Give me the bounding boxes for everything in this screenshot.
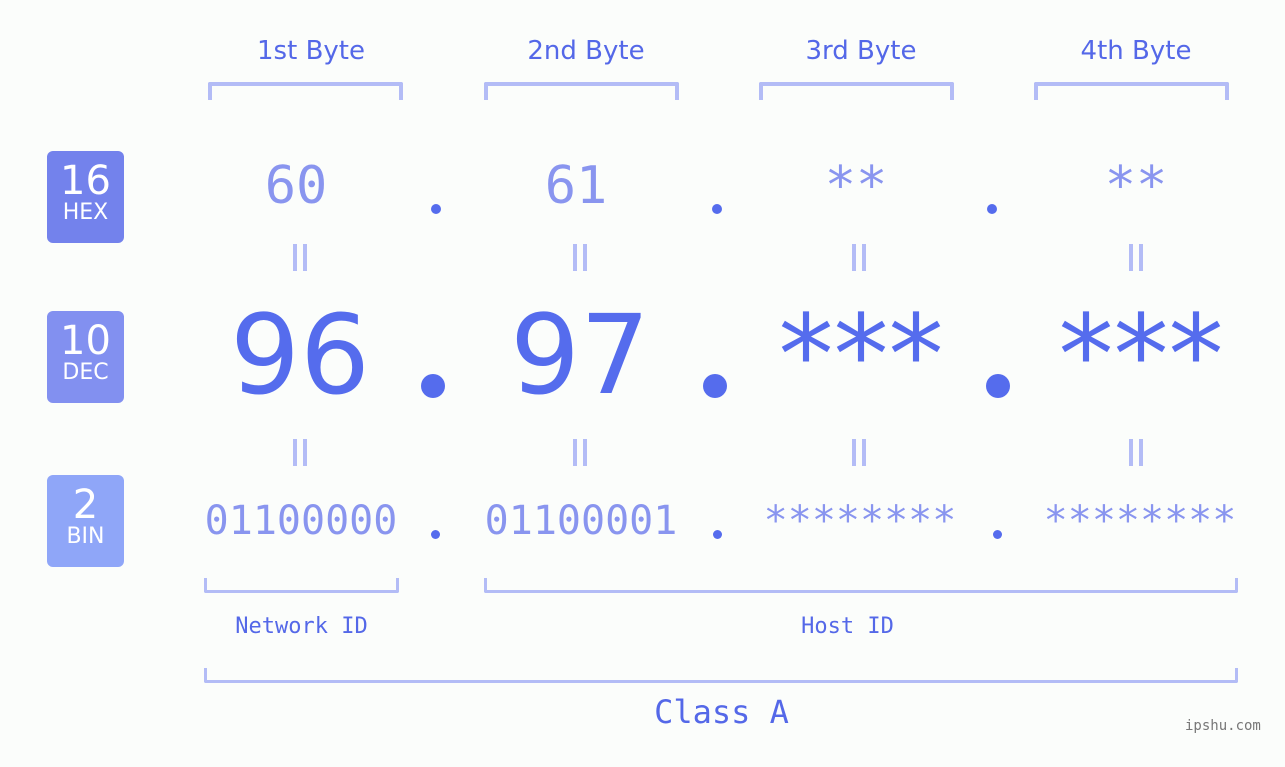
network-id-label: Network ID: [235, 614, 368, 639]
dec-badge: 10 DEC: [47, 311, 124, 403]
bin-byte-3: ********: [763, 498, 957, 544]
dec-separator-dot: [703, 374, 727, 398]
equals-icon: [550, 244, 610, 280]
hex-base-label: HEX: [62, 200, 109, 225]
byte-bracket-2: [484, 82, 679, 100]
bin-byte-4: ********: [1043, 498, 1237, 544]
byte-header-1: 1st Byte: [257, 36, 365, 66]
dec-base-number: 10: [60, 318, 111, 364]
hex-separator-dot: [712, 204, 722, 214]
byte-bracket-1: [208, 82, 403, 100]
hex-byte-4: **: [1104, 156, 1168, 216]
dec-base-label: DEC: [62, 360, 109, 385]
dec-byte-1: 96: [230, 291, 370, 419]
hex-badge: 16 HEX: [47, 151, 124, 243]
bin-base-label: BIN: [66, 524, 105, 549]
byte-bracket-4: [1034, 82, 1229, 100]
hex-byte-2: 61: [544, 156, 608, 216]
hex-byte-1: 60: [264, 156, 328, 216]
bin-separator-dot: [713, 530, 722, 539]
equals-icon: [270, 244, 330, 280]
byte-bracket-3: [759, 82, 954, 100]
host-id-label: Host ID: [801, 614, 894, 639]
equals-icon: [550, 439, 610, 475]
dec-separator-dot: [421, 374, 445, 398]
bin-byte-1: 01100000: [204, 498, 398, 544]
dec-separator-dot: [986, 374, 1010, 398]
dec-byte-2: 97: [510, 291, 650, 419]
hex-separator-dot: [987, 204, 997, 214]
byte-header-2: 2nd Byte: [527, 36, 645, 66]
byte-header-3: 3rd Byte: [805, 36, 917, 66]
hex-byte-3: **: [824, 156, 888, 216]
bin-byte-2: 01100001: [484, 498, 678, 544]
byte-header-4: 4th Byte: [1080, 36, 1192, 66]
bin-separator-dot: [431, 530, 440, 539]
equals-icon: [1106, 244, 1166, 280]
equals-icon: [829, 439, 889, 475]
equals-icon: [829, 244, 889, 280]
hex-separator-dot: [431, 204, 441, 214]
hex-base-number: 16: [60, 158, 111, 204]
bin-base-number: 2: [72, 482, 99, 528]
class-bracket: [204, 668, 1238, 683]
bin-badge: 2 BIN: [47, 475, 124, 567]
dec-byte-4: ***: [1058, 291, 1224, 419]
equals-icon: [1106, 439, 1166, 475]
equals-icon: [270, 439, 330, 475]
network-id-bracket: [204, 578, 399, 593]
class-label: Class A: [654, 693, 789, 731]
host-id-bracket: [484, 578, 1238, 593]
watermark: ipshu.com: [1185, 718, 1261, 734]
dec-byte-3: ***: [778, 291, 944, 419]
bin-separator-dot: [993, 530, 1002, 539]
